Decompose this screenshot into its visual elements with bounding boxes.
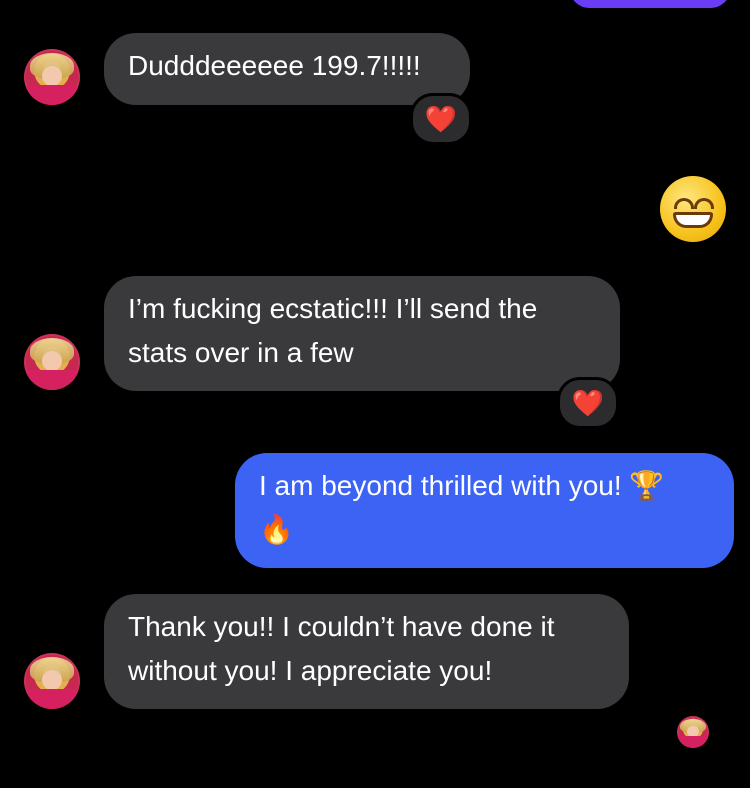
message-text-line-2: stats over in a few [128,337,354,368]
previous-outgoing-bubble[interactable] [570,0,730,8]
heart-reaction-icon[interactable]: ❤️ [410,93,472,145]
avatar-face [41,669,63,690]
incoming-message-bubble[interactable]: I’m fucking ecstatic!!! I’ll send the st… [104,276,620,391]
contact-avatar[interactable] [24,49,80,105]
avatar-shirt [24,84,80,105]
outgoing-message-bubble[interactable]: I am beyond thrilled with you! 🏆 🔥 [235,453,734,568]
avatar-shirt [24,688,80,709]
message-text: Dudddeeeeee 199.7!!!!! [128,50,421,81]
incoming-message-bubble[interactable]: Dudddeeeeee 199.7!!!!! [104,33,470,105]
seen-avatar [677,716,709,748]
emoji-eye-right [694,198,714,209]
avatar-shirt [677,736,709,748]
avatar-face [41,350,63,371]
chat-thread: Dudddeeeeee 199.7!!!!! ❤️ I’m fucking ec… [0,0,750,788]
message-text-line-1: I’m fucking ecstatic!!! I’ll send the [128,293,538,324]
avatar-shirt [24,369,80,390]
avatar-face [687,725,699,738]
heart-reaction-icon[interactable]: ❤️ [557,377,619,429]
message-text-line-2: without you! I appreciate you! [128,655,493,686]
contact-avatar[interactable] [24,334,80,390]
emoji-eye-left [674,198,694,209]
message-text-line-1: Thank you!! I couldn’t have done it [128,611,555,642]
incoming-message-bubble[interactable]: Thank you!! I couldn’t have done it with… [104,594,629,709]
avatar-face [41,65,63,86]
message-text-line-1: I am beyond thrilled with you! 🏆 [259,470,665,501]
contact-avatar[interactable] [24,653,80,709]
message-text-line-2: 🔥 [259,514,294,545]
emoji-mouth [673,212,713,228]
grinning-face-icon[interactable] [660,176,726,242]
